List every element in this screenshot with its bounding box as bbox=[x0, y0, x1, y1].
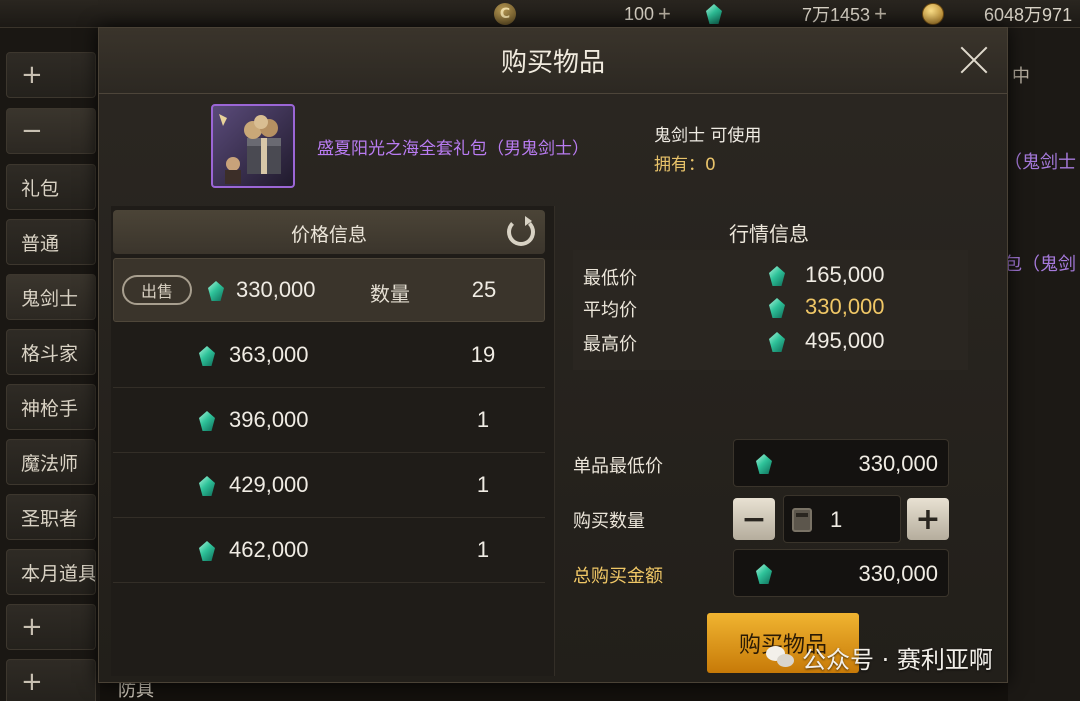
row-price: 429,000 bbox=[229, 472, 309, 497]
min-price-value: 165,000 bbox=[805, 262, 885, 287]
row-qty: 1 bbox=[476, 537, 490, 562]
gem-icon bbox=[197, 474, 217, 498]
plus-icon: + bbox=[21, 667, 43, 697]
max-price-value: 495,000 bbox=[805, 328, 885, 353]
min-price-label: 最低价 bbox=[583, 268, 637, 289]
refresh-icon[interactable] bbox=[507, 216, 535, 246]
sidebar-item-fighter[interactable]: 格斗家 bbox=[6, 329, 96, 375]
calculator-icon[interactable] bbox=[792, 508, 812, 532]
sidebar-item-gift[interactable]: 礼包 bbox=[6, 164, 96, 210]
top-currency-bar: C 100 + 7万1453 + 6048万971 bbox=[0, 0, 1080, 28]
price-row[interactable]: 462,000 1 bbox=[113, 519, 545, 583]
unit-min-price-value: 330,000 bbox=[858, 451, 938, 476]
gem-icon bbox=[767, 330, 787, 354]
sidebar-item-monthly[interactable]: 本月道具 bbox=[6, 549, 96, 595]
total-amount-label: 总购买金额 bbox=[573, 566, 663, 587]
max-price-label: 最高价 bbox=[583, 334, 637, 355]
currency-1-value: 100 bbox=[624, 3, 655, 24]
wechat-icon bbox=[766, 645, 796, 670]
background-list: 中 （鬼剑士 包（鬼剑 bbox=[1004, 28, 1080, 701]
sidebar-item-priest[interactable]: 圣职者 bbox=[6, 494, 96, 540]
sidebar-item-mage[interactable]: 魔法师 bbox=[6, 439, 96, 485]
currency-3-value: 6048万971 bbox=[984, 5, 1073, 25]
owned-count: 0 bbox=[705, 155, 716, 175]
sidebar-item-normal[interactable]: 普通 bbox=[6, 219, 96, 265]
collapse-button[interactable]: − bbox=[6, 108, 96, 154]
minus-icon: − bbox=[21, 116, 43, 146]
gem-icon bbox=[197, 539, 217, 563]
total-amount-field: 330,000 bbox=[733, 549, 949, 597]
unit-min-price-field: 330,000 bbox=[733, 439, 949, 487]
price-row[interactable]: 出售 330,000 数量 25 bbox=[113, 258, 545, 322]
bg-column-header: 中 bbox=[1012, 66, 1030, 87]
row-qty: 19 bbox=[470, 342, 496, 367]
quantity-input[interactable]: 1 bbox=[783, 495, 901, 543]
gem-icon bbox=[197, 409, 217, 433]
sidebar-item-slayer[interactable]: 鬼剑士 bbox=[6, 274, 96, 320]
gem-icon bbox=[754, 452, 774, 476]
expand-button[interactable]: + bbox=[6, 52, 96, 98]
quantity-decrease-button[interactable]: − bbox=[733, 498, 775, 540]
sidebar-item-gunner[interactable]: 神枪手 bbox=[6, 384, 96, 430]
row-price: 462,000 bbox=[229, 537, 309, 562]
currency-2-value: 7万1453 bbox=[802, 5, 871, 25]
gold-coin-icon bbox=[922, 3, 944, 25]
total-amount-value: 330,000 bbox=[858, 561, 938, 586]
row-qty-label: 数量 bbox=[370, 282, 410, 306]
plus-icon: + bbox=[21, 612, 43, 642]
item-owned: 拥有：0 bbox=[654, 150, 716, 175]
watermark-text: 公众号 · 赛利亚啊 bbox=[802, 646, 993, 674]
item-gift-box-icon bbox=[211, 104, 295, 188]
currency-1: 100 + bbox=[624, 1, 671, 27]
price-info-title: 价格信息 bbox=[290, 224, 367, 246]
row-price: 396,000 bbox=[229, 407, 309, 432]
currency-2-add-button[interactable]: + bbox=[874, 1, 887, 27]
row-price: 363,000 bbox=[229, 342, 309, 367]
avg-price-value: 330,000 bbox=[805, 294, 885, 319]
dialog-header: 购买物品 bbox=[99, 28, 1007, 94]
price-row[interactable]: 429,000 1 bbox=[113, 454, 545, 518]
price-row[interactable]: 363,000 19 bbox=[113, 324, 545, 388]
market-info-title: 行情信息 bbox=[729, 222, 809, 246]
watermark: 公众号 · 赛利亚啊 bbox=[766, 640, 993, 675]
currency-2: 7万1453 + bbox=[802, 1, 887, 27]
dialog-title: 购买物品 bbox=[500, 48, 605, 78]
expand-button-3[interactable]: + bbox=[6, 659, 96, 701]
row-qty: 1 bbox=[476, 472, 490, 497]
owned-label: 拥有： bbox=[654, 155, 705, 175]
item-usable-class: 鬼剑士 可使用 bbox=[654, 126, 762, 146]
gem-icon bbox=[767, 264, 787, 288]
bg-item-text-2: 包（鬼剑 bbox=[1004, 254, 1076, 275]
avg-price-label: 平均价 bbox=[583, 300, 637, 321]
price-row[interactable]: 396,000 1 bbox=[113, 389, 545, 453]
close-icon[interactable] bbox=[957, 42, 991, 76]
category-sidebar: + − 礼包 普通 鬼剑士 格斗家 神枪手 魔法师 圣职者 本月道具 + + bbox=[0, 28, 100, 701]
row-price: 330,000 bbox=[236, 277, 316, 302]
gem-icon bbox=[197, 344, 217, 368]
quantity-label: 购买数量 bbox=[573, 511, 645, 532]
gem-icon bbox=[754, 562, 774, 586]
price-info-panel: 价格信息 出售 330,000 数量 25 363,000 19 396,000… bbox=[111, 206, 555, 676]
price-info-header: 价格信息 bbox=[113, 210, 545, 254]
market-info-box: 最低价 165,000 平均价 330,000 最高价 495,000 bbox=[573, 250, 968, 370]
gem-icon bbox=[206, 279, 226, 303]
expand-button-2[interactable]: + bbox=[6, 604, 96, 650]
quantity-value: 1 bbox=[830, 507, 843, 532]
item-name: 盛夏阳光之海全套礼包（男鬼剑士） bbox=[317, 139, 589, 159]
quantity-increase-button[interactable]: + bbox=[907, 498, 949, 540]
currency-3: 6048万971 bbox=[984, 3, 1072, 25]
row-qty: 1 bbox=[476, 407, 490, 432]
plus-icon: + bbox=[21, 60, 43, 90]
unit-min-price-label: 单品最低价 bbox=[573, 456, 663, 477]
cera-coin-icon: C bbox=[494, 3, 516, 25]
gem-icon bbox=[767, 296, 787, 320]
currency-1-add-button[interactable]: + bbox=[658, 1, 671, 27]
row-qty: 25 bbox=[471, 277, 497, 302]
purchase-dialog: 购买物品 盛夏阳光之海全套礼包（男鬼剑士） 鬼剑士 可使用 拥有：0 价格信息 … bbox=[98, 27, 1008, 683]
bg-item-text-1: （鬼剑士 bbox=[1004, 152, 1076, 173]
sell-button[interactable]: 出售 bbox=[122, 275, 192, 305]
gem-currency-icon bbox=[704, 2, 724, 30]
